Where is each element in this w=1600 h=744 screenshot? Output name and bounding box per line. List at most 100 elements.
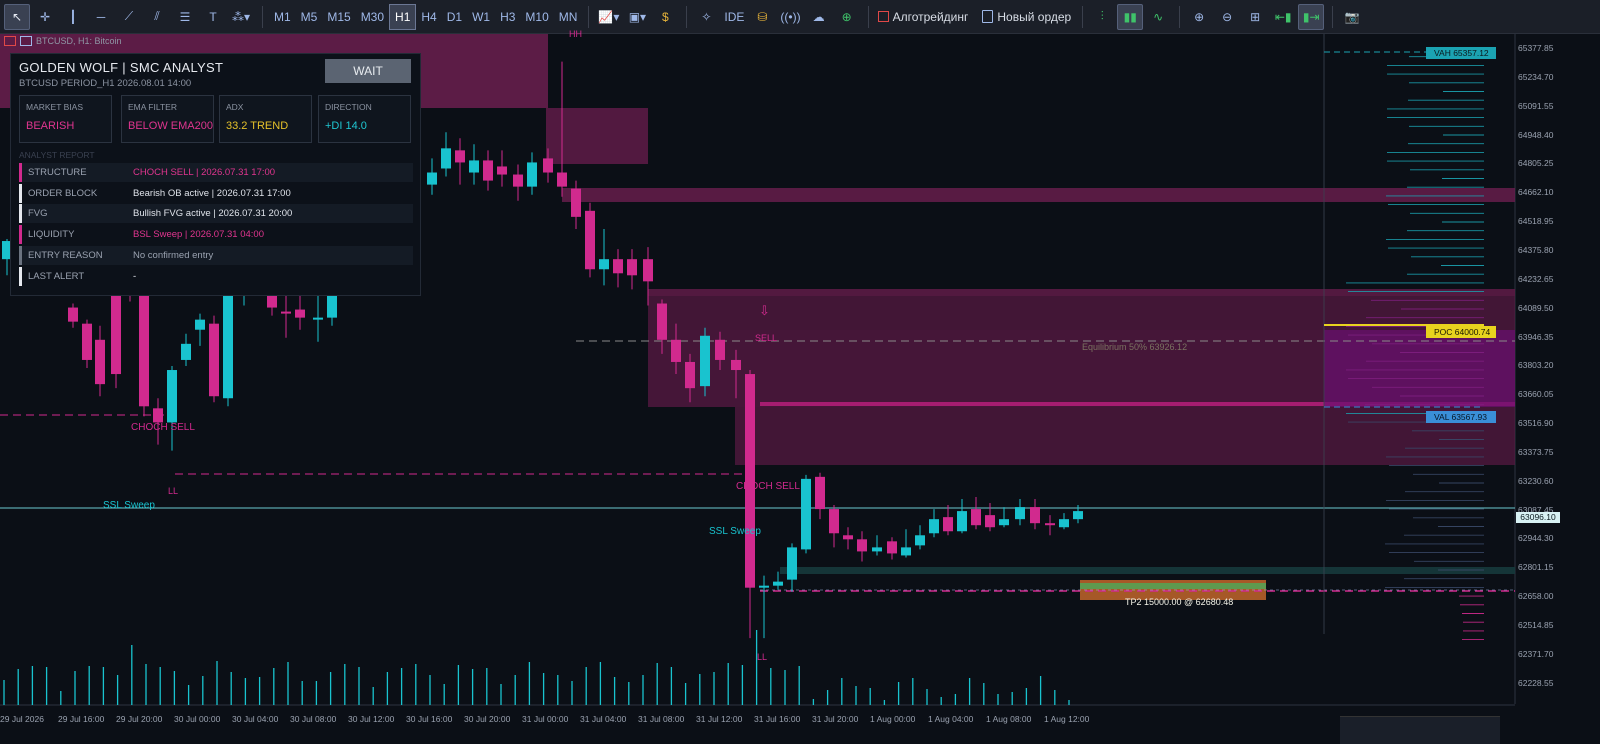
bearish-candle <box>153 408 163 423</box>
line-chart-icon[interactable]: ∿ <box>1145 4 1171 30</box>
signal-button[interactable]: WAIT <box>325 59 411 83</box>
bearish-candle <box>68 307 78 322</box>
report-row: STRUCTURE CHOCH SELL | 2026.07.31 17:00 <box>19 163 413 182</box>
expert-icon[interactable]: ✧ <box>693 4 719 30</box>
bearish-candle <box>613 259 623 274</box>
menu-icon[interactable] <box>4 36 16 46</box>
timeframe-w1[interactable]: W1 <box>467 5 495 29</box>
time-label: 31 Jul 08:00 <box>638 714 685 724</box>
choch-sell-label: CHOCH SELL <box>736 481 800 492</box>
ide-button[interactable]: IDE <box>721 4 747 30</box>
timeframe-m10[interactable]: M10 <box>520 5 553 29</box>
text-tool-icon[interactable]: T <box>200 4 226 30</box>
bearish-candle <box>857 539 867 552</box>
price-label: 62801.15 <box>1518 562 1554 573</box>
bullish-candle <box>872 547 882 552</box>
current-price-tag: 63096.10 <box>1516 512 1560 523</box>
market-icon[interactable]: ⛁ <box>749 4 775 30</box>
auto-scroll-icon[interactable]: ⇤▮ <box>1270 4 1296 30</box>
candle-chart-icon[interactable]: ▮▮ <box>1117 3 1144 30</box>
ll-label: LL <box>757 652 768 662</box>
chart-type-icon[interactable]: 📈▾ <box>595 4 622 30</box>
fibonacci-icon[interactable]: ☰ <box>172 4 198 30</box>
bearish-candle <box>483 160 493 181</box>
horizontal-line-icon[interactable]: ─ <box>88 4 114 30</box>
timeframe-m1[interactable]: M1 <box>269 5 296 29</box>
shapes-icon[interactable]: ⁂▾ <box>228 4 254 30</box>
timeframe-d1[interactable]: D1 <box>442 5 467 29</box>
trend-line-icon[interactable]: ⟋ <box>116 4 142 30</box>
divider <box>867 5 869 28</box>
timeframe-h3[interactable]: H3 <box>495 5 520 29</box>
info-card: ADX 33.2 TREND <box>219 95 312 143</box>
signals-icon[interactable]: ((•)) <box>777 4 803 30</box>
bearish-candle <box>497 166 507 175</box>
order-block-zone <box>648 289 1515 330</box>
bar-chart-icon[interactable]: ⫶ <box>1089 4 1115 30</box>
chart-window-icon[interactable] <box>20 36 32 46</box>
bearish-candle <box>281 311 291 314</box>
algo-trading-button[interactable]: Алготрейдинг <box>875 4 972 30</box>
price-label: 64662.10 <box>1518 187 1554 198</box>
price-label: 63373.75 <box>1518 446 1554 457</box>
channel-icon[interactable]: ⫽ <box>144 4 170 30</box>
order-block-zone <box>546 108 648 164</box>
dollar-icon[interactable]: $ <box>652 4 678 30</box>
bearish-candle <box>887 541 897 554</box>
new-order-button[interactable]: Новый ордер <box>979 4 1074 30</box>
panel-subtitle: BTCUSD PERIOD_H1 2026.08.01 14:00 <box>19 78 192 89</box>
bullish-candle <box>1073 511 1083 520</box>
time-label: 30 Jul 08:00 <box>290 714 337 724</box>
screenshot-icon[interactable]: 📷 <box>1339 4 1365 30</box>
cursor-tool-icon[interactable]: ↖ <box>4 3 30 30</box>
tile-windows-icon[interactable]: ⊞ <box>1242 4 1268 30</box>
crosshair-tool-icon[interactable]: ✛ <box>32 4 58 30</box>
time-label: 29 Jul 16:00 <box>58 714 105 724</box>
cloud-icon[interactable]: ☁ <box>806 4 832 30</box>
time-label: 29 Jul 20:00 <box>116 714 163 724</box>
bullish-candle <box>1059 519 1069 528</box>
bearish-candle <box>82 323 92 360</box>
info-card: EMA FILTER BELOW EMA200 <box>121 95 214 143</box>
order-icon <box>982 10 994 23</box>
bullish-candle <box>787 547 797 580</box>
time-label: 31 Jul 12:00 <box>696 714 743 724</box>
zoom-out-icon[interactable]: ⊖ <box>1214 4 1240 30</box>
price-label: 65091.55 <box>1518 100 1554 111</box>
sell-arrow-icon: ⇩ <box>759 303 770 318</box>
bullish-candle <box>1015 507 1025 520</box>
vps-icon[interactable]: ⊕ <box>834 4 860 30</box>
timeframe-m30[interactable]: M30 <box>356 5 389 29</box>
timeframe-h1[interactable]: H1 <box>389 3 417 30</box>
bullish-candle <box>427 172 437 185</box>
info-card: DIRECTION +DI 14.0 <box>318 95 411 143</box>
order-block-zone <box>780 567 1515 574</box>
timeframe-h4[interactable]: H4 <box>416 5 441 29</box>
bearish-candle <box>971 509 981 526</box>
timeframe-m5[interactable]: M5 <box>296 5 323 29</box>
bearish-candle <box>1045 523 1055 526</box>
bearish-candle <box>643 259 653 282</box>
row-value: Bullish FVG active | 2026.07.31 20:00 <box>133 208 293 220</box>
timeframe-m15[interactable]: M15 <box>322 5 355 29</box>
row-label: FVG <box>28 208 48 220</box>
card-key: ADX <box>226 102 244 112</box>
card-key: DIRECTION <box>325 102 372 112</box>
toolbar: ↖ ✛ ┃ ─ ⟋ ⫽ ☰ T ⁂▾ M1 M5 M15 M30 H1 H4 D1 W1 H3 M… <box>0 0 1600 34</box>
timeframe-mn[interactable]: MN <box>554 5 583 29</box>
time-label: 30 Jul 00:00 <box>174 714 221 724</box>
stop-icon <box>877 11 889 22</box>
bearish-candle <box>543 158 553 173</box>
price-label: 62514.85 <box>1518 620 1554 630</box>
order-block-zone <box>562 188 1515 202</box>
time-label: 31 Jul 20:00 <box>812 714 859 724</box>
vertical-line-icon[interactable]: ┃ <box>60 4 86 30</box>
chart-shift-icon[interactable]: ▮⇥ <box>1298 3 1325 30</box>
indicators-icon[interactable]: ▣▾ <box>624 4 650 30</box>
row-label: LIQUIDITY <box>28 229 75 241</box>
bullish-candle <box>999 519 1009 526</box>
bearish-candle <box>627 259 637 276</box>
zoom-in-icon[interactable]: ⊕ <box>1186 4 1212 30</box>
row-label: STRUCTURE <box>28 167 87 178</box>
tp-zone <box>1080 583 1266 589</box>
